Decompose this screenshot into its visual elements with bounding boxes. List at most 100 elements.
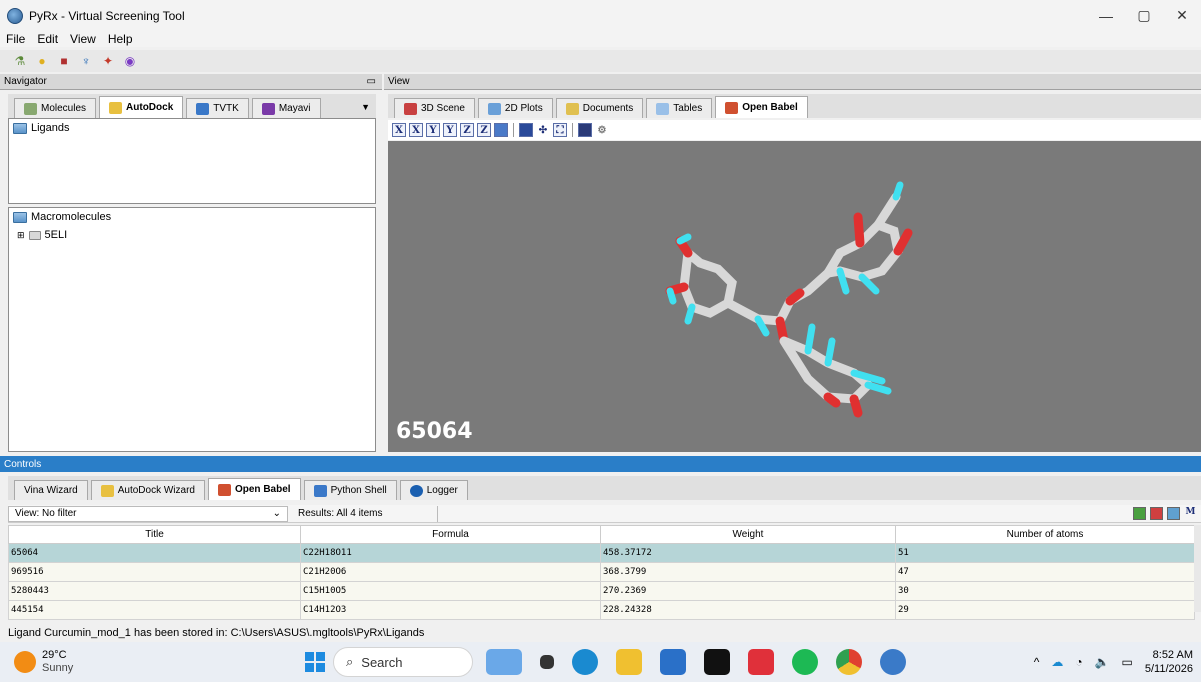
edge-browser-icon[interactable] — [572, 649, 598, 675]
view-filter-select[interactable]: View: No filter ⌄ — [8, 505, 288, 522]
minimize-energy-icon[interactable]: M — [1184, 507, 1197, 520]
onedrive-icon[interactable]: ☁ — [1051, 655, 1063, 669]
tab-documents[interactable]: Documents — [555, 98, 644, 118]
isometric-view-icon[interactable] — [494, 123, 508, 137]
outlook-icon[interactable] — [660, 649, 686, 675]
menu-view[interactable]: View — [64, 32, 102, 46]
battery-icon[interactable]: ▭ — [1122, 655, 1133, 669]
tab-python-shell[interactable]: Python Shell — [303, 480, 397, 500]
export-csv-icon[interactable] — [1133, 507, 1146, 520]
table-icon[interactable] — [1167, 507, 1180, 520]
open-babel-icon — [725, 101, 739, 114]
table-row[interactable]: 65064 C22H18O11 458.37172 51 — [8, 543, 1195, 563]
macromolecule-tool-icon[interactable]: ■ — [56, 53, 72, 69]
tables-icon — [656, 102, 670, 115]
maximize-panel-icon[interactable]: ▭ — [367, 76, 376, 87]
navigator-header: Navigator ▭ — [0, 74, 382, 90]
axes-icon[interactable]: ✣ — [536, 123, 550, 137]
tab-autodock-wizard[interactable]: AutoDock Wizard — [90, 480, 205, 500]
taskbar-search[interactable]: ⌕ Search — [333, 647, 473, 677]
tab-open-babel[interactable]: Open Babel — [715, 96, 808, 118]
table-row[interactable]: 445154 C14H12O3 228.24328 29 — [8, 600, 1195, 620]
spotify-icon[interactable] — [792, 649, 818, 675]
ligands-label: Ligands — [31, 122, 70, 134]
file-explorer-icon[interactable] — [616, 649, 642, 675]
task-view-icon[interactable] — [540, 655, 554, 669]
tab-mayavi[interactable]: Mayavi — [251, 98, 321, 118]
search-icon: ⌕ — [346, 654, 354, 669]
volume-icon[interactable]: 🔈 — [1095, 655, 1110, 669]
taskbar-apps: ⌕ Search — [305, 642, 911, 682]
colorbar-icon[interactable] — [519, 123, 533, 137]
menu-help[interactable]: Help — [102, 32, 139, 46]
search-placeholder: Search — [361, 654, 403, 670]
column-header-formula[interactable]: Formula — [300, 525, 601, 544]
tab-molecules[interactable]: Molecules — [14, 98, 97, 118]
rotate-y-button[interactable]: Y — [426, 123, 440, 137]
status-line: Ligand Curcumin_mod_1 has been stored in… — [0, 624, 1201, 642]
chevron-up-icon[interactable]: ^ — [1034, 655, 1040, 669]
ligand-results-table: Title Formula Weight Number of atoms 650… — [8, 525, 1195, 620]
clock[interactable]: 8:52 AM 5/11/2026 — [1145, 648, 1193, 676]
open-babel-icon — [217, 483, 231, 496]
wps-office-icon[interactable] — [748, 649, 774, 675]
tab-open-babel-controls[interactable]: Open Babel — [207, 478, 301, 500]
cell-title: 65064 — [8, 543, 301, 563]
filter-row: View: No filter ⌄ Results: All 4 items M — [8, 505, 1201, 523]
molecule-id-label: 65064 — [396, 419, 473, 444]
rotate-z-reverse-button[interactable]: Z — [477, 123, 491, 137]
view-header: View — [384, 74, 1201, 90]
tab-logger[interactable]: Logger — [399, 480, 468, 500]
widgets-app-icon[interactable] — [486, 649, 522, 675]
weather-widget[interactable]: 29°C Sunny — [14, 649, 73, 675]
column-header-weight[interactable]: Weight — [600, 525, 896, 544]
table-tool-icons: M — [1133, 507, 1201, 520]
maximize-button[interactable]: ▢ — [1125, 0, 1163, 31]
fullscreen-icon[interactable]: ⛶ — [553, 123, 567, 137]
column-header-title[interactable]: Title — [8, 525, 301, 544]
ligands-node[interactable]: Ligands — [9, 119, 375, 137]
tab-3d-scene[interactable]: 3D Scene — [394, 98, 475, 118]
molecule-3d-scene[interactable]: 65064 — [388, 141, 1201, 452]
chrome-icon[interactable] — [836, 649, 862, 675]
tab-tables[interactable]: Tables — [646, 98, 713, 118]
cell-formula: C22H18O11 — [300, 543, 601, 563]
save-icon[interactable] — [578, 123, 592, 137]
tvtk-icon — [196, 102, 210, 115]
openbabel-tool-icon[interactable]: ✦ — [100, 53, 116, 69]
molecule-structure-render — [665, 181, 913, 418]
tab-tvtk[interactable]: TVTK — [186, 98, 249, 118]
pyrx-taskbar-icon[interactable] — [880, 649, 906, 675]
column-header-atoms[interactable]: Number of atoms — [895, 525, 1195, 544]
visualize-tool-icon[interactable]: ◉ — [122, 53, 138, 69]
macro-item-5eli[interactable]: ⊞ 5ELI — [9, 226, 375, 244]
clock-date: 5/11/2026 — [1144, 663, 1193, 675]
rotate-x-button[interactable]: X — [392, 123, 406, 137]
settings-gear-icon[interactable]: ⚙ — [595, 123, 609, 137]
tab-vina-wizard[interactable]: Vina Wizard — [14, 480, 88, 500]
table-row[interactable]: 5280443 C15H10O5 270.2369 30 — [8, 581, 1195, 601]
close-button[interactable]: ✕ — [1163, 0, 1201, 31]
autodock-tool-icon[interactable]: ♆ — [78, 53, 94, 69]
capcut-icon[interactable] — [704, 649, 730, 675]
molecules-tool-icon[interactable]: ⚗ — [12, 53, 28, 69]
macromolecules-node[interactable]: Macromolecules — [9, 208, 375, 226]
expand-icon[interactable]: ⊞ — [17, 230, 25, 241]
view-toolbar: X X Y Y Z Z ✣ ⛶ ⚙ — [388, 120, 1201, 140]
menu-file[interactable]: File — [0, 32, 31, 46]
rotate-x-reverse-button[interactable]: X — [409, 123, 423, 137]
table-row[interactable]: 969516 C21H20O6 368.3799 47 — [8, 562, 1195, 582]
minimize-button[interactable]: — — [1087, 0, 1125, 31]
tab-list-dropdown-icon[interactable]: ▼ — [361, 102, 370, 112]
export-sdf-icon[interactable] — [1150, 507, 1163, 520]
rotate-z-button[interactable]: Z — [460, 123, 474, 137]
wifi-icon[interactable]: ◔ — [1075, 655, 1082, 669]
3d-scene-icon — [404, 102, 417, 115]
table-scrollbar[interactable] — [1194, 525, 1201, 612]
tab-2d-plots[interactable]: 2D Plots — [477, 98, 553, 118]
menu-edit[interactable]: Edit — [31, 32, 64, 46]
python-tool-icon[interactable]: ● — [34, 53, 50, 69]
rotate-y-reverse-button[interactable]: Y — [443, 123, 457, 137]
tab-autodock[interactable]: AutoDock — [99, 96, 184, 118]
windows-start-icon[interactable] — [305, 652, 325, 672]
